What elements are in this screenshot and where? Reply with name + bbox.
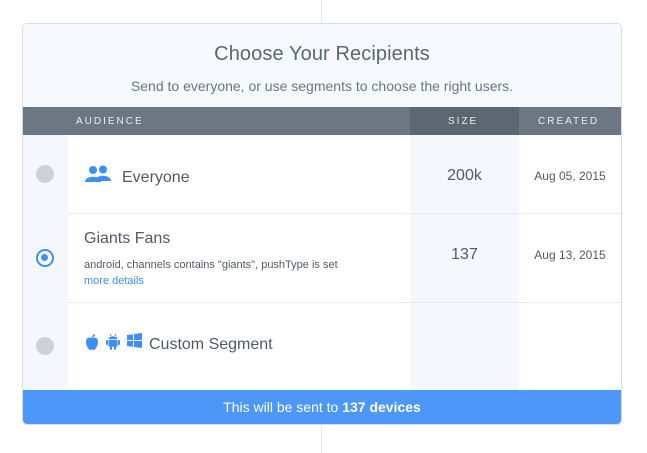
- column-header-created: CREATED: [538, 116, 600, 127]
- column-header-size: SIZE: [448, 116, 479, 127]
- audience-row-giants-fans[interactable]: Giants Fans android, channels contains "…: [23, 213, 621, 302]
- audience-row-custom-segment[interactable]: Custom Segment: [23, 302, 621, 390]
- audience-name: Giants Fans: [84, 230, 171, 247]
- audience-name: Custom Segment: [149, 336, 273, 353]
- audience-size: 200k: [447, 167, 482, 184]
- windows-icon: [127, 333, 142, 348]
- audience-created: Aug 13, 2015: [534, 248, 606, 262]
- page-subtitle: Send to everyone, or use segments to cho…: [130, 78, 514, 94]
- send-summary-prefix: This will be sent to: [223, 399, 343, 415]
- more-details-link[interactable]: more details: [84, 275, 144, 287]
- audience-created: Aug 05, 2015: [534, 169, 606, 183]
- radio-custom-segment[interactable]: [36, 337, 54, 355]
- column-header-audience: AUDIENCE: [76, 116, 144, 127]
- page-title: Choose Your Recipients: [214, 43, 430, 65]
- apple-icon: [86, 334, 98, 350]
- recipients-card: Choose Your Recipients Send to everyone,…: [22, 23, 622, 425]
- android-icon: [106, 333, 120, 350]
- radio-giants-fans[interactable]: [36, 249, 54, 267]
- audience-size: 137: [451, 246, 478, 263]
- audience-description: android, channels contains "giants", pus…: [84, 259, 338, 271]
- connector-line-bottom: [321, 425, 322, 453]
- send-summary-bar: This will be sent to 137 devices: [23, 390, 621, 424]
- connector-line-top: [321, 0, 322, 23]
- radio-everyone[interactable]: [36, 165, 54, 183]
- audience-row-everyone[interactable]: Everyone 200k Aug 05, 2015: [23, 135, 621, 213]
- table-header: AUDIENCE SIZE CREATED: [23, 107, 621, 135]
- audience-name: Everyone: [122, 169, 190, 186]
- users-icon: [85, 165, 111, 182]
- card-header: Choose Your Recipients Send to everyone,…: [23, 24, 621, 107]
- send-summary-count: 137 devices: [342, 399, 421, 415]
- audience-list: Everyone 200k Aug 05, 2015 Giants Fans a…: [23, 135, 621, 390]
